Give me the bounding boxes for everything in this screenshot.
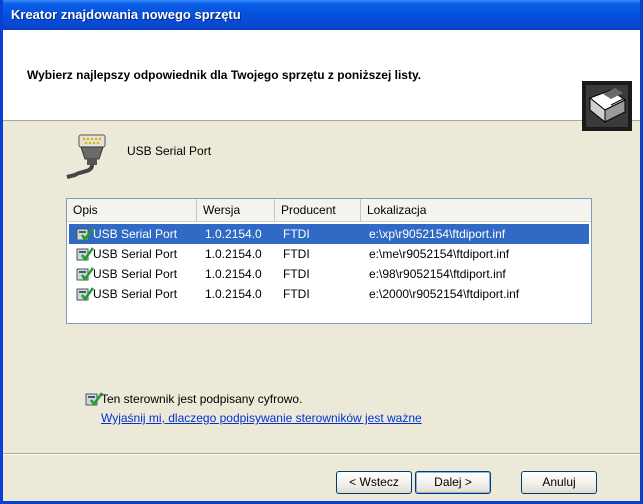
row-location: e:\2000\r9052154\ftdiport.inf [369,287,520,301]
row-description: USB Serial Port [93,267,178,281]
row-manufacturer: FTDI [283,287,310,301]
back-button[interactable]: < Wstecz [336,471,412,494]
table-row[interactable]: USB Serial Port 1.0.2154.0 FTDI e:\xp\r9… [69,224,589,244]
column-header-lokalizacja[interactable]: Lokalizacja [361,199,591,221]
signed-driver-icon [76,227,94,242]
signed-driver-icon [76,247,94,262]
column-header-opis[interactable]: Opis [67,199,197,221]
header-panel: Wybierz najlepszy odpowiednik dla Twojeg… [3,30,640,131]
column-header-producent[interactable]: Producent [275,199,361,221]
row-version: 1.0.2154.0 [205,287,262,301]
footer-divider [3,453,640,455]
row-manufacturer: FTDI [283,227,310,241]
device-name: USB Serial Port [127,144,212,158]
row-description: USB Serial Port [93,287,178,301]
next-button[interactable]: Dalej > [415,471,491,494]
instruction-text: Wybierz najlepszy odpowiednik dla Twojeg… [27,68,422,82]
row-manufacturer: FTDI [283,267,310,281]
row-location: e:\xp\r9052154\ftdiport.inf [369,227,506,241]
driver-list[interactable]: Opis Wersja Producent Lokalizacja USB Se… [66,198,592,324]
row-location: e:\me\r9052154\ftdiport.inf [369,247,510,261]
window-title: Kreator znajdowania nowego sprzętu [11,7,241,22]
table-row[interactable]: USB Serial Port 1.0.2154.0 FTDI e:\me\r9… [69,244,589,264]
wizard-window: Kreator znajdowania nowego sprzętu Wybie… [0,0,643,504]
row-version: 1.0.2154.0 [205,267,262,281]
row-version: 1.0.2154.0 [205,247,262,261]
row-manufacturer: FTDI [283,247,310,261]
table-row[interactable]: USB Serial Port 1.0.2154.0 FTDI e:\98\r9… [69,264,589,284]
signature-status: Ten sterownik jest podpisany cyfrowo. [101,392,303,406]
cancel-button[interactable]: Anuluj [521,471,597,494]
row-description: USB Serial Port [93,227,178,241]
hardware-wizard-icon [582,81,632,131]
serial-port-icon [66,134,106,179]
row-description: USB Serial Port [93,247,178,261]
signature-info-link[interactable]: Wyjaśnij mi, dlaczego podpisywanie stero… [101,411,422,425]
column-header-wersja[interactable]: Wersja [197,199,275,221]
signed-driver-icon [76,267,94,282]
list-header: Opis Wersja Producent Lokalizacja [67,199,591,222]
title-bar[interactable]: Kreator znajdowania nowego sprzętu [3,0,640,30]
row-version: 1.0.2154.0 [205,227,262,241]
row-location: e:\98\r9052154\ftdiport.inf [369,267,506,281]
table-row[interactable]: USB Serial Port 1.0.2154.0 FTDI e:\2000\… [69,284,589,304]
signed-driver-icon [76,287,94,302]
